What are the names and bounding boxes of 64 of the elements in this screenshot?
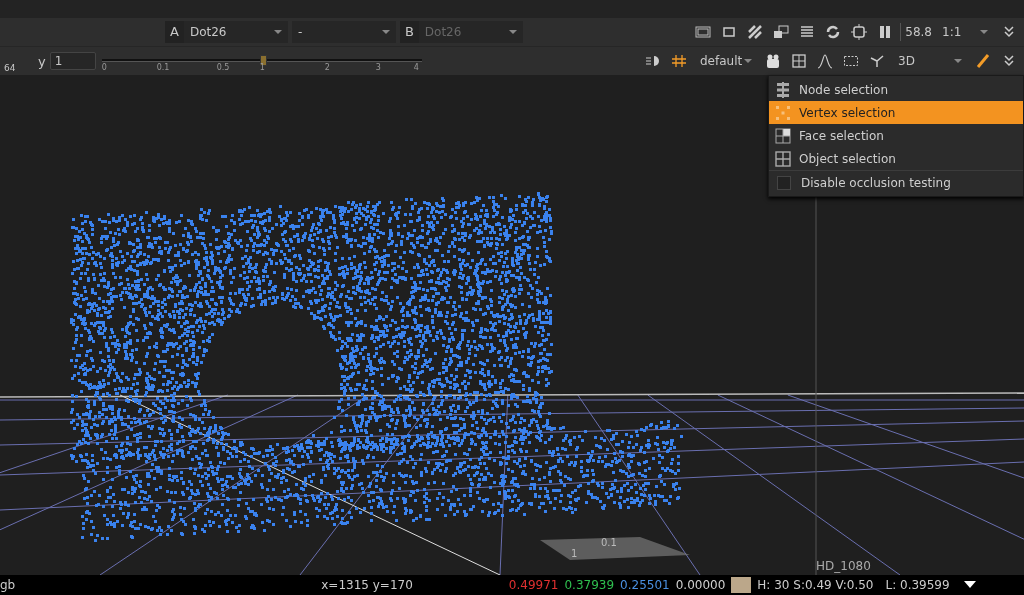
gamma-slider[interactable]: 0 0.1 0.5 1 2 3 4: [101, 48, 422, 74]
vertex-select-icon[interactable]: [791, 53, 807, 69]
menu-item[interactable]: Face selection: [769, 124, 1023, 147]
channel-value: 0.37939: [564, 578, 615, 592]
operation-dropdown[interactable]: -: [291, 21, 396, 43]
input-a-label: A: [165, 21, 184, 43]
input-a-dropdown[interactable]: Dot26: [183, 21, 288, 43]
caret-icon: [381, 30, 390, 34]
menu-item[interactable]: Object selection: [769, 147, 1023, 170]
view-mode-dropdown[interactable]: 3D: [892, 50, 968, 72]
overlap-icon[interactable]: [773, 24, 790, 40]
node-selection-icon: [775, 81, 791, 98]
zoom-readout: 58.8: [905, 25, 932, 39]
dropdown-arrow-icon[interactable]: [963, 581, 976, 589]
slider-tick-label: 1: [259, 63, 265, 72]
channel-value: 0.49971: [508, 578, 559, 592]
vertex-selection-icon: [775, 104, 791, 121]
face-selection-icon: [775, 127, 791, 144]
camera-icon[interactable]: [765, 53, 781, 69]
light-icon[interactable]: [645, 53, 661, 69]
lut-dropdown[interactable]: default: [694, 50, 758, 72]
curve-icon[interactable]: [817, 53, 833, 69]
chevron-icon[interactable]: [1001, 53, 1017, 69]
scale-dropdown[interactable]: 1:1: [936, 21, 994, 43]
menu-item[interactable]: Node selection: [769, 78, 1023, 101]
hsv-readout: H: 30 S:0.49 V:0.50: [757, 578, 874, 592]
brush-icon[interactable]: [975, 53, 991, 69]
refresh-icon[interactable]: [825, 24, 842, 40]
region-icon[interactable]: [851, 24, 868, 40]
grid-label: 1: [571, 548, 578, 559]
lines-icon[interactable]: [799, 24, 816, 40]
gamma-field[interactable]: 1: [49, 52, 96, 70]
gain-value: 64: [4, 63, 17, 73]
slider-tick-label: 0.5: [216, 63, 230, 72]
channels-label: gb: [0, 578, 16, 592]
chevron-icon[interactable]: [1001, 24, 1017, 40]
slider-tick-label: 0: [101, 63, 107, 72]
object-selection-icon: [775, 150, 791, 167]
caret-icon: [508, 30, 517, 34]
frame-icon[interactable]: [695, 24, 712, 40]
transform-icon[interactable]: [869, 53, 885, 69]
caret-icon: [980, 30, 988, 34]
menu-item[interactable]: Vertex selection: [769, 101, 1023, 124]
caret-icon: [744, 59, 752, 63]
channel-value: 0.25501: [620, 578, 670, 592]
gamma-label: y: [38, 53, 46, 69]
grid-icon[interactable]: [671, 53, 687, 69]
caret-icon: [273, 30, 282, 34]
rectangle-icon[interactable]: [721, 24, 738, 40]
caret-icon: [954, 59, 962, 63]
marquee-icon[interactable]: [843, 53, 859, 69]
coordinates-readout: x=1315 y=170: [321, 578, 413, 592]
checkbox[interactable]: [777, 175, 791, 190]
stripes-icon[interactable]: [747, 24, 764, 40]
slider-tick-label: 0.1: [156, 63, 170, 72]
input-b-label: B: [399, 21, 419, 43]
occlusion-checkbox-item[interactable]: Disable occlusion testing: [769, 170, 1023, 194]
grid-label: 0.1: [601, 537, 617, 548]
slider-tick-label: 2: [324, 63, 330, 72]
luminance-readout: L: 0.39599: [885, 578, 950, 592]
slider-tick-label: 3: [375, 63, 381, 72]
channel-value: 0.00000: [675, 578, 726, 592]
format-label: HD_1080: [816, 559, 871, 573]
slider-tick-label: 4: [413, 63, 419, 72]
